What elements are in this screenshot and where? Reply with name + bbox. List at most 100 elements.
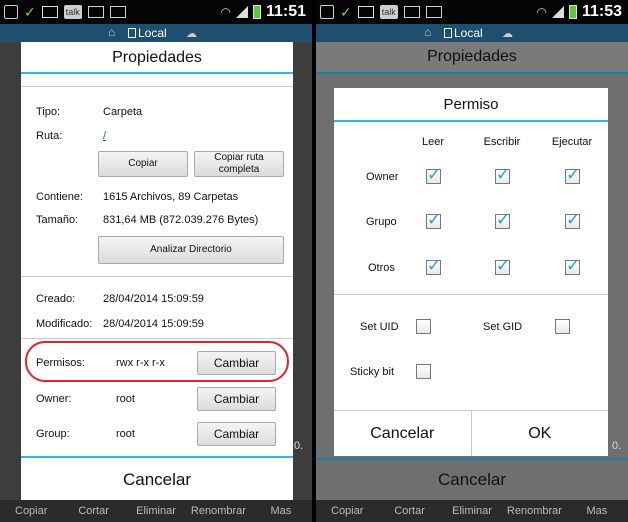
background-cancel-button: Cancelar xyxy=(316,460,628,500)
toolbar-copy[interactable]: Copiar xyxy=(316,500,378,522)
location-text: Local xyxy=(138,26,167,40)
change-group-button[interactable]: Cambiar xyxy=(197,422,276,446)
properties-dialog: Propiedades Tipo: Carpeta Ruta: / Copiar… xyxy=(21,42,293,501)
notification-icon xyxy=(320,5,334,19)
image-icon xyxy=(87,6,104,18)
bottom-toolbar: Copiar Cortar Eliminar Renombrar Mas xyxy=(0,500,312,522)
modificado-label: Modificado: xyxy=(36,318,93,330)
contiene-label: Contiene: xyxy=(36,191,84,203)
check-icon: ✓ xyxy=(24,4,36,20)
permission-dialog: Permiso Leer Escribir Ejecutar Owner Gru… xyxy=(334,88,608,456)
sticky-bit-label: Sticky bit xyxy=(350,366,395,378)
cancel-button[interactable]: Cancelar xyxy=(334,411,472,456)
talk-icon: talk xyxy=(63,5,82,19)
tamano-value: 831,64 MB (872.039.276 Bytes) xyxy=(103,214,259,226)
owner-label: Owner: xyxy=(36,393,72,405)
check-icon: ✓ xyxy=(340,4,352,20)
toolbar-delete[interactable]: Eliminar xyxy=(125,500,187,522)
tipo-label: Tipo: xyxy=(36,106,61,118)
owner-write-checkbox[interactable] xyxy=(495,165,510,185)
cloud-icon[interactable]: ☁ xyxy=(186,27,197,40)
app-header: ⌂ Local ☁ xyxy=(0,24,312,42)
location-label[interactable]: Local xyxy=(444,25,483,41)
toolbar-more[interactable]: Mas xyxy=(566,500,628,522)
set-uid-label: Set UID xyxy=(360,321,399,333)
battery-icon xyxy=(252,5,261,19)
toolbar-delete[interactable]: Eliminar xyxy=(441,500,503,522)
contiene-value: 1615 Archivos, 89 Carpetas xyxy=(103,191,239,203)
permisos-label: Permisos: xyxy=(36,357,85,369)
creado-label: Creado: xyxy=(36,293,76,305)
permission-title: Permiso xyxy=(334,88,608,122)
col-write: Escribir xyxy=(483,136,521,148)
owner-value: root xyxy=(116,393,135,405)
others-execute-checkbox[interactable] xyxy=(565,256,580,276)
toolbar-cut[interactable]: Cortar xyxy=(62,500,124,522)
others-read-checkbox[interactable] xyxy=(426,256,441,276)
mail-icon xyxy=(357,6,374,18)
clock: 11:53 xyxy=(581,3,622,20)
col-read: Leer xyxy=(421,136,445,148)
ruta-link[interactable]: / xyxy=(103,130,106,142)
creado-value: 28/04/2014 15:09:59 xyxy=(103,293,204,305)
group-execute-checkbox[interactable] xyxy=(565,210,580,230)
clock: 11:51 xyxy=(265,3,306,20)
image-icon xyxy=(403,6,420,18)
status-bar: ✓ talk ◠ 11:53 xyxy=(316,0,628,24)
app-header: ⌂ Local ☁ xyxy=(316,24,628,42)
signal-icon xyxy=(235,6,248,18)
location-text: Local xyxy=(454,26,483,40)
set-uid-checkbox[interactable] xyxy=(416,319,431,334)
cancel-button[interactable]: Cancelar xyxy=(21,456,293,501)
group-read-checkbox[interactable] xyxy=(426,210,441,230)
modificado-value: 28/04/2014 15:09:59 xyxy=(103,318,204,330)
change-permissions-button[interactable]: Cambiar xyxy=(197,351,276,375)
dialog-title: Propiedades xyxy=(21,42,293,74)
background-divider xyxy=(316,72,628,74)
row-owner-label: Owner xyxy=(366,171,399,183)
background-dialog-title: Propiedades xyxy=(316,42,628,72)
col-execute: Ejecutar xyxy=(551,136,593,148)
battery-icon xyxy=(568,5,577,19)
group-label: Group: xyxy=(36,428,70,440)
cloud-icon[interactable]: ☁ xyxy=(502,27,513,40)
row-group-label: Grupo xyxy=(366,216,397,228)
tamano-label: Tamaño: xyxy=(36,214,79,226)
status-bar: ✓ talk ◠ 11:51 xyxy=(0,0,312,24)
home-icon[interactable]: ⌂ xyxy=(108,25,115,39)
location-label[interactable]: Local xyxy=(128,25,167,41)
change-owner-button[interactable]: Cambiar xyxy=(197,387,276,411)
phone-icon xyxy=(444,28,452,38)
owner-read-checkbox[interactable] xyxy=(426,165,441,185)
copy-button[interactable]: Copiar xyxy=(98,151,188,177)
group-write-checkbox[interactable] xyxy=(495,210,510,230)
notification-icon xyxy=(4,5,18,19)
analyze-directory-button[interactable]: Analizar Directorio xyxy=(98,236,284,264)
sticky-bit-checkbox[interactable] xyxy=(416,364,431,379)
permisos-value: rwx r-x r-x xyxy=(116,357,165,369)
home-icon[interactable]: ⌂ xyxy=(424,25,431,39)
owner-execute-checkbox[interactable] xyxy=(565,165,580,185)
mail-icon xyxy=(41,6,58,18)
toolbar-copy[interactable]: Copiar xyxy=(0,500,62,522)
toolbar-cut[interactable]: Cortar xyxy=(378,500,440,522)
toolbar-rename[interactable]: Renombrar xyxy=(187,500,249,522)
set-gid-label: Set GID xyxy=(483,321,523,333)
phone-icon xyxy=(128,28,136,38)
copy-full-path-button[interactable]: Copiar ruta completa xyxy=(194,151,284,177)
group-value: root xyxy=(116,428,135,440)
set-gid-checkbox[interactable] xyxy=(555,319,570,334)
toolbar-rename[interactable]: Renombrar xyxy=(503,500,565,522)
screenshot-icon xyxy=(109,6,126,18)
screenshot-icon xyxy=(425,6,442,18)
edge-text: 0. xyxy=(294,440,304,452)
left-screen: ✓ talk ◠ 11:51 ⌂ Local ☁ Propiedades Tip… xyxy=(0,0,312,522)
signal-icon xyxy=(551,6,564,18)
ok-button[interactable]: OK xyxy=(472,411,609,456)
edge-text: 0. xyxy=(612,440,622,452)
others-write-checkbox[interactable] xyxy=(495,256,510,276)
ruta-label: Ruta: xyxy=(36,130,63,142)
toolbar-more[interactable]: Mas xyxy=(250,500,312,522)
dialog-actions: Cancelar OK xyxy=(334,410,608,456)
tipo-value: Carpeta xyxy=(103,106,143,118)
